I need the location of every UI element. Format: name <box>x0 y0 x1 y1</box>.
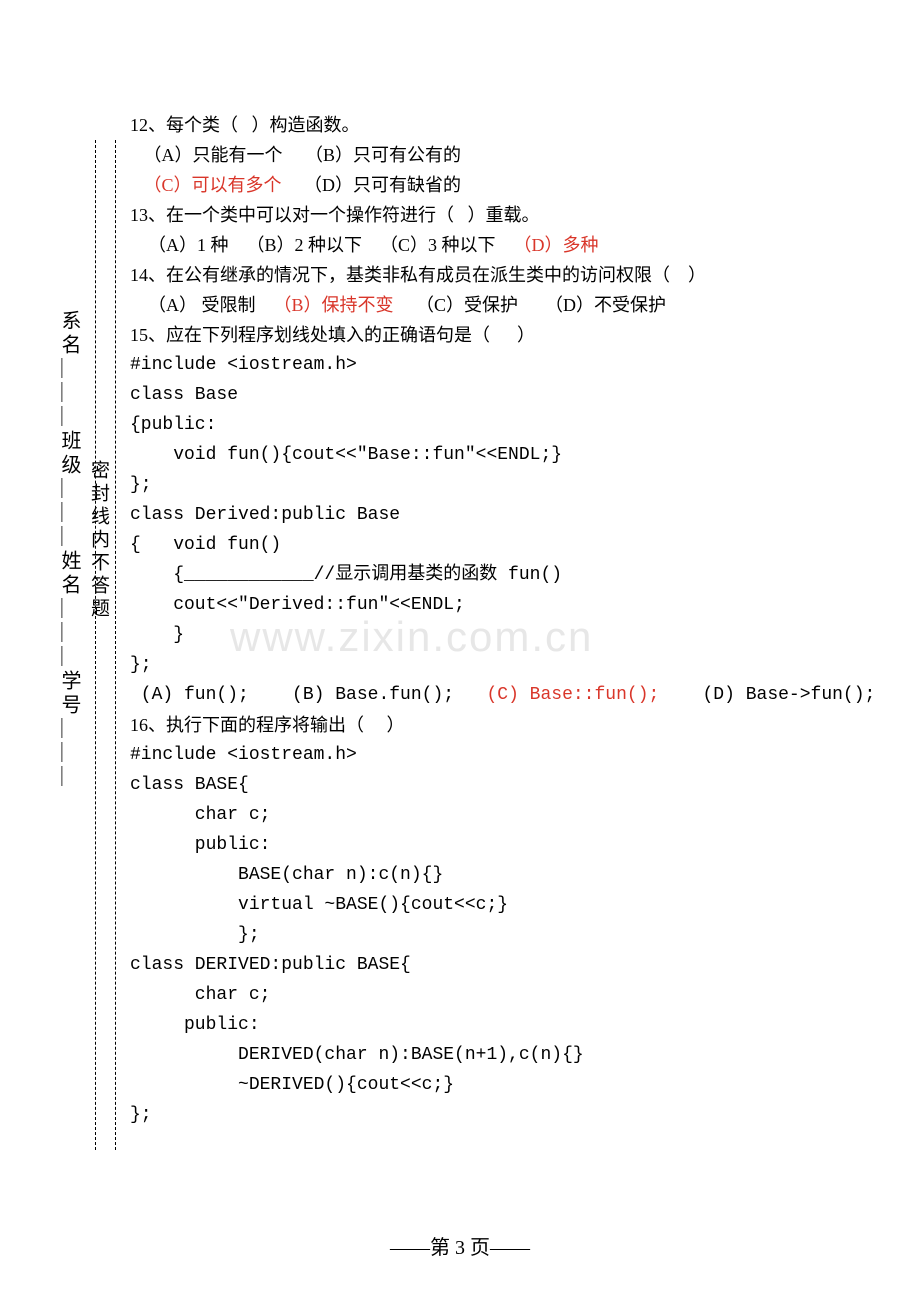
text-line: 14、在公有继承的情况下，基类非私有成员在派生类中的访问权限（ ） <box>130 260 870 290</box>
text-line: public: <box>130 1010 870 1040</box>
text-line: （A）1 种 （B）2 种以下 （C）3 种以下 （D）多种 <box>130 230 870 260</box>
sidebar-col-2: 密封线内不答题 <box>85 460 112 621</box>
text-line: void fun(){cout<<"Base::fun"<<ENDL;} <box>130 440 870 470</box>
text-line: }; <box>130 650 870 680</box>
text-line: BASE(char n):c(n){} <box>130 860 870 890</box>
text-line: （A） 受限制 （B）保持不变 （C）受保护 （D）不受保护 <box>130 290 870 320</box>
text-line: } <box>130 620 870 650</box>
text-line: {public: <box>130 410 870 440</box>
text-line: char c; <box>130 980 870 1010</box>
text-line: }; <box>130 920 870 950</box>
text-line: 16、执行下面的程序将输出（ ） <box>130 710 870 740</box>
text-line: }; <box>130 470 870 500</box>
text-line: （C）可以有多个 （D）只可有缺省的 <box>130 170 870 200</box>
text-line: class DERIVED:public BASE{ <box>130 950 870 980</box>
text-line: cout<<"Derived::fun"<<ENDL; <box>130 590 870 620</box>
text-line: ~DERIVED(){cout<<c;} <box>130 1070 870 1100</box>
text-line: 12、每个类（ ）构造函数。 <box>130 110 870 140</box>
text-line: }; <box>130 1100 870 1130</box>
text-line: public: <box>130 830 870 860</box>
text-line: { void fun() <box>130 530 870 560</box>
text-line: #include <iostream.h> <box>130 740 870 770</box>
text-line: 13、在一个类中可以对一个操作符进行（ ）重载。 <box>130 200 870 230</box>
page-footer: ——第 3 页—— <box>0 1231 920 1260</box>
text-line: char c; <box>130 800 870 830</box>
text-line: 15、应在下列程序划线处填入的正确语句是（ ） <box>130 320 870 350</box>
text-line: （A）只能有一个 （B）只可有公有的 <box>130 140 870 170</box>
sidebar-col-1: 系名＿＿＿班级＿＿＿姓名＿＿＿学号＿＿＿ <box>55 310 84 790</box>
dashed-line-outer <box>115 140 116 1150</box>
text-line: virtual ~BASE(){cout<<c;} <box>130 890 870 920</box>
document-body: 12、每个类（ ）构造函数。 （A）只能有一个 （B）只可有公有的 （C）可以有… <box>130 110 870 1130</box>
text-line: class BASE{ <box>130 770 870 800</box>
answer-highlight: (C) Base::fun(); <box>486 685 659 705</box>
answer-highlight: （C）可以有多个 <box>144 175 282 195</box>
dashed-line-inner <box>95 140 96 1150</box>
text-line: class Derived:public Base <box>130 500 870 530</box>
text-line: (A) fun(); (B) Base.fun(); (C) Base::fun… <box>130 680 870 710</box>
answer-highlight: （B）保持不变 <box>274 295 394 315</box>
text-line: #include <iostream.h> <box>130 350 870 380</box>
text-line: DERIVED(char n):BASE(n+1),c(n){} <box>130 1040 870 1070</box>
text-line: {____________//显示调用基类的函数 fun() <box>130 560 870 590</box>
answer-highlight: （D）多种 <box>514 235 599 255</box>
text-line: class Base <box>130 380 870 410</box>
